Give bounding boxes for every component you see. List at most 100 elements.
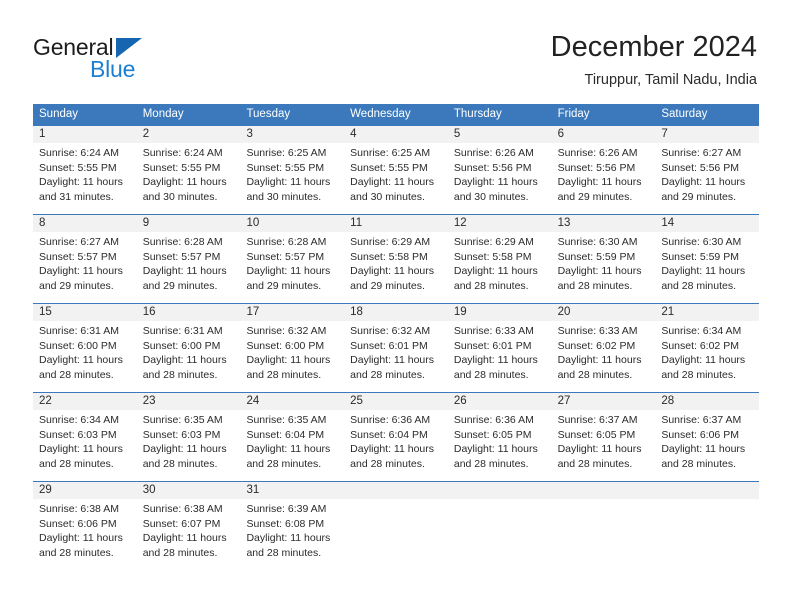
day-cell[interactable]: Sunrise: 6:34 AM Sunset: 6:03 PM Dayligh…	[33, 410, 137, 481]
daylight-text-line2: and 28 minutes.	[661, 279, 737, 292]
day-cell[interactable]: Sunrise: 6:29 AM Sunset: 5:58 PM Dayligh…	[448, 232, 552, 303]
day-number[interactable]: 1	[33, 126, 137, 143]
daylight-text-line1: Daylight: 11 hours	[350, 354, 435, 367]
sunset-text: Sunset: 5:59 PM	[661, 250, 739, 263]
day-number[interactable]: 8	[33, 215, 137, 232]
sunrise-text: Sunrise: 6:31 AM	[142, 325, 223, 337]
day-cell-empty	[552, 499, 656, 570]
day-number[interactable]: 30	[137, 482, 241, 499]
weekday-header-saturday: Saturday	[661, 108, 708, 120]
sunset-text: Sunset: 6:07 PM	[142, 517, 221, 530]
day-number[interactable]: 27	[552, 393, 656, 410]
day-cell[interactable]: Sunrise: 6:33 AM Sunset: 6:02 PM Dayligh…	[552, 321, 656, 392]
day-cell[interactable]: Sunrise: 6:38 AM Sunset: 6:06 PM Dayligh…	[33, 499, 137, 570]
daylight-text-line1: Daylight: 11 hours	[246, 532, 331, 545]
day-cell[interactable]: Sunrise: 6:35 AM Sunset: 6:03 PM Dayligh…	[137, 410, 241, 481]
day-number[interactable]: 29	[33, 482, 137, 499]
day-cell[interactable]: Sunrise: 6:31 AM Sunset: 6:00 PM Dayligh…	[137, 321, 241, 392]
general-blue-logo[interactable]: General Blue	[33, 34, 193, 90]
day-number-empty	[655, 482, 759, 499]
sunrise-text: Sunrise: 6:30 AM	[557, 236, 638, 248]
day-number[interactable]: 28	[655, 393, 759, 410]
day-cell[interactable]: Sunrise: 6:32 AM Sunset: 6:00 PM Dayligh…	[240, 321, 344, 392]
weekday-header-monday: Monday	[142, 108, 184, 120]
day-number[interactable]: 23	[137, 393, 241, 410]
day-number[interactable]: 11	[344, 215, 448, 232]
day-cell[interactable]: Sunrise: 6:31 AM Sunset: 6:00 PM Dayligh…	[33, 321, 137, 392]
day-cell[interactable]: Sunrise: 6:27 AM Sunset: 5:56 PM Dayligh…	[655, 143, 759, 214]
day-cell[interactable]: Sunrise: 6:25 AM Sunset: 5:55 PM Dayligh…	[240, 143, 344, 214]
daylight-text-line1: Daylight: 11 hours	[142, 176, 227, 189]
sunrise-text: Sunrise: 6:32 AM	[350, 325, 431, 337]
week-row: 29 30 31 Sunrise: 6:38 AM Sunset: 6:06 P…	[33, 481, 759, 570]
day-cell[interactable]: Sunrise: 6:37 AM Sunset: 6:05 PM Dayligh…	[552, 410, 656, 481]
day-number-band: 22 23 24 25 26 27 28	[33, 393, 759, 410]
day-cell[interactable]: Sunrise: 6:29 AM Sunset: 5:58 PM Dayligh…	[344, 232, 448, 303]
day-cell[interactable]: Sunrise: 6:36 AM Sunset: 6:05 PM Dayligh…	[448, 410, 552, 481]
sunset-text: Sunset: 6:04 PM	[350, 428, 428, 441]
sunset-text: Sunset: 6:02 PM	[557, 339, 636, 352]
day-number[interactable]: 25	[344, 393, 448, 410]
daylight-text-line1: Daylight: 11 hours	[142, 354, 227, 367]
day-number[interactable]: 7	[655, 126, 759, 143]
sunset-text: Sunset: 5:55 PM	[39, 161, 117, 174]
daylight-text-line1: Daylight: 11 hours	[246, 265, 331, 278]
daylight-text-line1: Daylight: 11 hours	[661, 354, 746, 367]
daylight-text-line1: Daylight: 11 hours	[39, 265, 123, 278]
day-cell[interactable]: Sunrise: 6:39 AM Sunset: 6:08 PM Dayligh…	[240, 499, 344, 570]
day-number[interactable]: 12	[448, 215, 552, 232]
day-number[interactable]: 17	[240, 304, 344, 321]
day-cell[interactable]: Sunrise: 6:32 AM Sunset: 6:01 PM Dayligh…	[344, 321, 448, 392]
sunrise-text: Sunrise: 6:24 AM	[39, 147, 119, 159]
week-row: 22 23 24 25 26 27 28 Sunrise: 6:34 AM Su…	[33, 392, 759, 481]
day-number[interactable]: 4	[344, 126, 448, 143]
day-cell[interactable]: Sunrise: 6:27 AM Sunset: 5:57 PM Dayligh…	[33, 232, 137, 303]
day-number[interactable]: 3	[240, 126, 344, 143]
day-number[interactable]: 21	[655, 304, 759, 321]
daylight-text-line1: Daylight: 11 hours	[39, 443, 123, 456]
day-number[interactable]: 5	[448, 126, 552, 143]
day-cell[interactable]: Sunrise: 6:36 AM Sunset: 6:04 PM Dayligh…	[344, 410, 448, 481]
day-cell[interactable]: Sunrise: 6:24 AM Sunset: 5:55 PM Dayligh…	[33, 143, 137, 214]
day-cell[interactable]: Sunrise: 6:34 AM Sunset: 6:02 PM Dayligh…	[655, 321, 759, 392]
day-detail-band: Sunrise: 6:27 AM Sunset: 5:57 PM Dayligh…	[33, 232, 759, 303]
sunset-text: Sunset: 6:01 PM	[453, 339, 532, 352]
daylight-text-line1: Daylight: 11 hours	[246, 176, 331, 189]
day-number[interactable]: 16	[137, 304, 241, 321]
daylight-text-line2: and 30 minutes.	[142, 190, 218, 203]
day-number[interactable]: 9	[137, 215, 241, 232]
day-cell[interactable]: Sunrise: 6:30 AM Sunset: 5:59 PM Dayligh…	[655, 232, 759, 303]
day-number[interactable]: 14	[655, 215, 759, 232]
day-number[interactable]: 24	[240, 393, 344, 410]
day-number[interactable]: 19	[448, 304, 552, 321]
day-number[interactable]: 22	[33, 393, 137, 410]
daylight-text-line1: Daylight: 11 hours	[246, 443, 331, 456]
daylight-text-line1: Daylight: 11 hours	[557, 354, 642, 367]
day-cell[interactable]: Sunrise: 6:28 AM Sunset: 5:57 PM Dayligh…	[240, 232, 344, 303]
day-cell[interactable]: Sunrise: 6:33 AM Sunset: 6:01 PM Dayligh…	[448, 321, 552, 392]
day-cell[interactable]: Sunrise: 6:25 AM Sunset: 5:55 PM Dayligh…	[344, 143, 448, 214]
day-cell[interactable]: Sunrise: 6:35 AM Sunset: 6:04 PM Dayligh…	[240, 410, 344, 481]
day-cell[interactable]: Sunrise: 6:24 AM Sunset: 5:55 PM Dayligh…	[137, 143, 241, 214]
day-cell[interactable]: Sunrise: 6:26 AM Sunset: 5:56 PM Dayligh…	[552, 143, 656, 214]
daylight-text-line2: and 31 minutes.	[39, 190, 114, 203]
day-cell[interactable]: Sunrise: 6:26 AM Sunset: 5:56 PM Dayligh…	[448, 143, 552, 214]
day-cell[interactable]: Sunrise: 6:37 AM Sunset: 6:06 PM Dayligh…	[655, 410, 759, 481]
sunset-text: Sunset: 6:02 PM	[661, 339, 739, 352]
day-number[interactable]: 2	[137, 126, 241, 143]
day-cell[interactable]: Sunrise: 6:30 AM Sunset: 5:59 PM Dayligh…	[552, 232, 656, 303]
sunrise-text: Sunrise: 6:24 AM	[142, 147, 223, 159]
day-number[interactable]: 31	[240, 482, 344, 499]
day-number[interactable]: 13	[552, 215, 656, 232]
day-number[interactable]: 20	[552, 304, 656, 321]
sunset-text: Sunset: 6:05 PM	[557, 428, 636, 441]
day-cell[interactable]: Sunrise: 6:28 AM Sunset: 5:57 PM Dayligh…	[137, 232, 241, 303]
day-number[interactable]: 26	[448, 393, 552, 410]
day-number[interactable]: 6	[552, 126, 656, 143]
day-number[interactable]: 15	[33, 304, 137, 321]
day-number[interactable]: 10	[240, 215, 344, 232]
page-subtitle: Tiruppur, Tamil Nadu, India	[584, 72, 757, 88]
page-title: December 2024	[550, 31, 757, 63]
day-cell[interactable]: Sunrise: 6:38 AM Sunset: 6:07 PM Dayligh…	[137, 499, 241, 570]
day-number[interactable]: 18	[344, 304, 448, 321]
